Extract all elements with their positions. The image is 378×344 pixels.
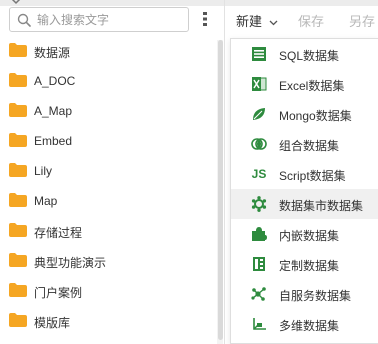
excel-icon — [251, 76, 267, 92]
search-input[interactable] — [37, 10, 185, 29]
custom-icon — [251, 256, 267, 272]
folder-icon — [9, 253, 27, 267]
menu-item-multidim[interactable]: 多维数据集 — [231, 309, 378, 339]
puzzle-icon — [251, 226, 267, 242]
folder-icon — [9, 103, 27, 117]
folder-icon — [9, 313, 27, 327]
folder-icon — [9, 133, 27, 147]
self-service-icon — [251, 286, 267, 302]
tree-item[interactable]: 门户案例 — [0, 276, 216, 306]
combine-icon — [251, 136, 267, 152]
tree-item-label: 模版库 — [34, 316, 71, 330]
tree-item[interactable]: A_DOC — [0, 66, 216, 96]
menu-item-label: Script数据集 — [279, 169, 346, 183]
tree-item-label: A_DOC — [34, 74, 76, 88]
tree-item[interactable]: Map — [0, 186, 216, 216]
menu-item-label: 内嵌数据集 — [279, 229, 340, 243]
new-dataset-menu: SQL数据集 Excel数据集 Mongo数据集 组合数据集 JS Script… — [230, 38, 378, 344]
tree-item-label: Map — [34, 194, 58, 208]
tree-item[interactable]: Lily — [0, 156, 216, 186]
menu-item-label: 组合数据集 — [279, 139, 340, 153]
tree-item[interactable]: 典型功能演示 — [0, 246, 216, 276]
menu-item-self-service[interactable]: 自服务数据集 — [231, 279, 378, 309]
folder-icon — [9, 43, 27, 57]
menu-item-embedded[interactable]: 内嵌数据集 — [231, 219, 378, 249]
tree-item-label: 数据源 — [34, 46, 71, 60]
menu-item-mongo[interactable]: Mongo数据集 — [231, 99, 378, 129]
menu-item-label: 自服务数据集 — [279, 289, 352, 303]
more-options-icon[interactable] — [199, 12, 211, 26]
menu-item-script[interactable]: JS Script数据集 — [231, 159, 378, 189]
save-button[interactable]: 保存 — [298, 11, 324, 30]
tree-item-label: Embed — [34, 134, 73, 148]
folder-icon — [9, 283, 27, 297]
tree-item-label: 典型功能演示 — [34, 256, 107, 270]
menu-item-label: Mongo数据集 — [279, 109, 352, 123]
folder-icon — [9, 193, 27, 207]
folder-icon — [9, 223, 27, 237]
script-js-glyph: JS — [251, 167, 267, 181]
menu-item-label: Excel数据集 — [279, 79, 345, 93]
tree-item[interactable]: 数据源 — [0, 36, 216, 66]
menu-item-datamart[interactable]: 数据集市数据集 — [231, 189, 378, 219]
chevron-down-icon — [269, 20, 278, 25]
search-box — [9, 7, 189, 32]
tree-item[interactable]: 存储过程 — [0, 216, 216, 246]
tree-item[interactable]: 模版库 — [0, 306, 216, 336]
search-icon — [17, 13, 31, 27]
new-button[interactable]: 新建 — [236, 11, 278, 30]
multidim-icon — [251, 316, 267, 332]
panel-divider — [224, 0, 225, 344]
datamart-icon — [251, 196, 267, 212]
folder-icon — [9, 73, 27, 87]
menu-item-label: 多维数据集 — [279, 319, 340, 333]
folder-icon — [9, 163, 27, 177]
tree-item-label: A_Map — [34, 104, 73, 118]
mongo-leaf-icon — [251, 106, 267, 122]
menu-item-label: 数据集市数据集 — [279, 199, 364, 213]
chevron-down-icon[interactable] — [11, 0, 21, 5]
menu-item-sql[interactable]: SQL数据集 — [231, 39, 378, 69]
top-strip — [0, 0, 378, 6]
tree-item[interactable]: A_Map — [0, 96, 216, 126]
tree-item-label: Lily — [34, 164, 53, 178]
menu-item-excel[interactable]: Excel数据集 — [231, 69, 378, 99]
menu-item-label: SQL数据集 — [279, 49, 340, 63]
save-button-label: 保存 — [298, 14, 325, 29]
menu-item-label: 定制数据集 — [279, 259, 340, 273]
tree-item[interactable]: Embed — [0, 126, 216, 156]
menu-item-custom[interactable]: 定制数据集 — [231, 249, 378, 279]
sql-table-icon — [251, 46, 267, 62]
new-button-label: 新建 — [236, 14, 263, 29]
menu-item-combine[interactable]: 组合数据集 — [231, 129, 378, 159]
save-as-button-label: 另存 — [349, 14, 376, 29]
tree-item-label: 门户案例 — [34, 286, 83, 300]
save-as-button[interactable]: 另存 — [349, 11, 375, 30]
script-js-icon: JS — [251, 166, 267, 182]
tree-item-label: 存储过程 — [34, 226, 83, 240]
tree-scrollbar-thumb[interactable] — [218, 40, 223, 340]
